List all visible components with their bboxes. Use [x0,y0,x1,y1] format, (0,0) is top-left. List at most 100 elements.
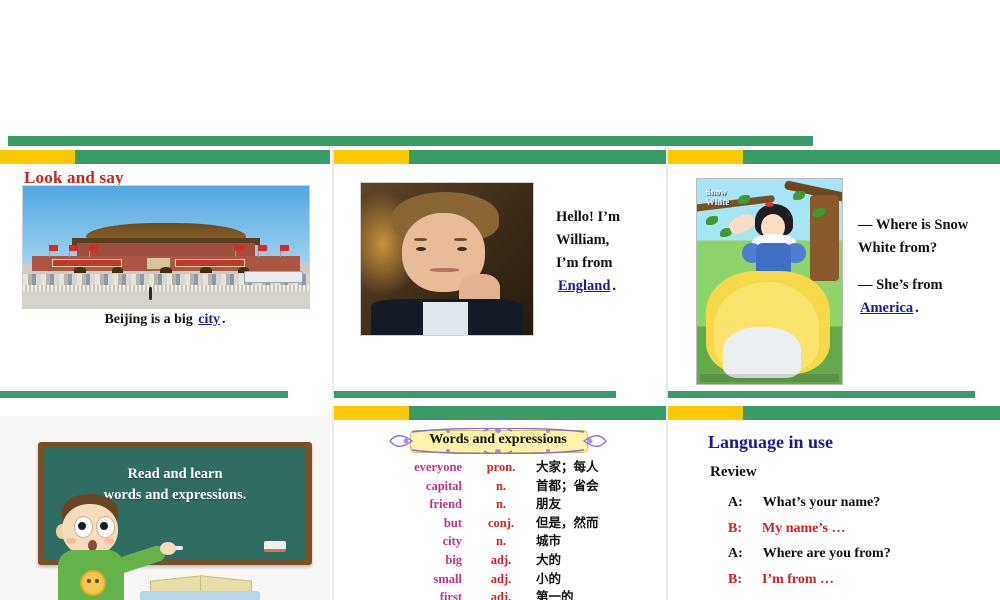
boy-cheek [104,538,114,544]
question-line-1: — Where is Snow [858,217,969,233]
vocab-word: first [439,590,462,600]
dialogue-line: A: Where are you from? [728,541,998,567]
vocab-meaning: 第一的 [536,589,574,600]
caption-blank-answer[interactable]: city [196,312,222,327]
red-flag [68,244,78,251]
panel-header-strip [334,150,666,164]
vocabulary-list: everyone pron. 大家；每人 capital n. 首都；省会 fr… [334,458,666,600]
vocab-meaning: 城市 [536,533,562,549]
look-and-say-caption: Beijing is a big city. [0,312,330,328]
mouth [429,268,460,273]
speech-line-4: England. [556,275,666,298]
answer-blank-answer[interactable]: America [858,300,915,316]
vocab-pos: adj. [490,590,512,600]
panel-bottom-green-rule [0,391,288,398]
panel-language-in-use[interactable]: Language in use Review A: What’s your nam… [666,406,1000,600]
master-green-rule [8,136,813,146]
panel-snow-white[interactable]: Snow White — Where is Snow White from? —… [666,150,1000,398]
dialogue-speaker: B: [728,571,742,587]
panel-words-and-expressions[interactable]: Words and expressions everyone pron. 大家；… [332,406,666,600]
slide-top-blank-area [0,0,1000,136]
vocab-word: friend [429,497,462,512]
vocab-meaning: 大的 [536,551,562,567]
vocab-meaning: 但是，然而 [536,514,599,530]
panel-header-strip [668,406,1000,420]
vocab-word: everyone [414,460,462,474]
right-slogan-banner [174,259,246,268]
header-yellow-block [668,406,743,420]
gate-arch [160,266,172,273]
snow-white-poster: Snow White [696,178,843,385]
eye [457,246,468,251]
dialogue-text: I’m from … [762,571,835,587]
vocab-row: but conj. 但是，然而 [334,514,666,533]
speech-line-2: William, [556,232,610,248]
header-green-block [75,150,330,164]
dialogue-speaker: A: [728,495,743,510]
header-green-block [743,150,1000,164]
vocab-meaning: 朋友 [536,496,562,512]
desk-top [140,591,260,600]
snow-white-dialogue: — Where is Snow White from? — She’s from… [858,214,1000,320]
header-green-block [409,406,666,420]
boy-pupil [100,522,108,530]
left-slogan-banner [51,259,123,268]
eyebrow [453,237,467,241]
boy-at-blackboard: Read and learn words and expressions. [0,416,330,600]
vocab-pos: n. [495,497,507,512]
vocab-row: big adj. 大的 [334,551,666,570]
boy-pointing-hand [160,542,176,555]
red-flag [280,244,290,251]
red-flag [257,244,267,251]
leaf [792,191,805,201]
speech-blank-answer[interactable]: England [556,278,612,294]
dialogue-line: B: I’m from … [728,567,998,593]
vocab-row: city n. 城市 [334,532,666,551]
panel-header-strip [334,406,666,420]
vocab-pos: pron. [486,460,516,474]
boy-pupil [78,522,86,530]
gate-arch [74,266,86,273]
header-green-block [409,150,666,164]
bear-motif [80,570,106,596]
review-dialogue: A: What’s your name? B: My name’s … A: Wher… [728,490,998,592]
panel-look-and-say[interactable]: Look and say Beijing is a big city . [0,150,330,398]
dialogue-speaker: A: [728,546,743,561]
dialogue-text: What’s your name? [762,495,881,510]
caption-suffix: . [222,312,226,327]
gate-upper-body [77,243,255,256]
vocab-row: first adj. 第一的 [334,588,666,600]
panel-read-and-learn[interactable]: Read and learn words and expressions. [0,406,330,600]
speech-line-3: I’m from [556,255,613,271]
words-banner-title: Words and expressions [429,432,567,447]
review-subtitle: Review [710,464,757,480]
panel-william[interactable]: Hello! I’m William, I’m from England. [332,150,666,398]
dialogue-text: My name’s … [762,520,846,536]
vocab-pos: conj. [487,515,515,530]
poster-credit-strip [699,373,840,382]
speech-suffix: . [612,278,617,294]
red-flag [234,244,244,251]
white-petticoat [723,326,802,378]
panel-bottom-green-rule [668,391,975,398]
gate-arch [200,266,212,273]
dialogue-speaker: B: [728,520,742,536]
panel-bottom-green-rule [334,391,616,398]
plaza-pavement [23,290,309,308]
header-green-block [743,406,1000,420]
prince-william-photo [360,182,534,336]
vocab-row: small adj. 小的 [334,570,666,589]
header-yellow-block [668,150,743,164]
dialogue-line: A: What’s your name? [728,490,998,516]
panel-header-strip [668,150,1000,164]
eraser [264,541,286,552]
vocab-meaning: 首都；省会 [536,477,599,493]
poster-title-line-1: Snow [705,187,727,198]
hair-bow [765,201,775,207]
pedestrian [148,287,152,301]
vocab-meaning: 大家；每人 [536,459,599,474]
vocab-pos: adj. [490,571,512,586]
red-flag [48,244,58,251]
answer-suffix: . [915,300,919,316]
tiananmen-photo [22,185,310,309]
